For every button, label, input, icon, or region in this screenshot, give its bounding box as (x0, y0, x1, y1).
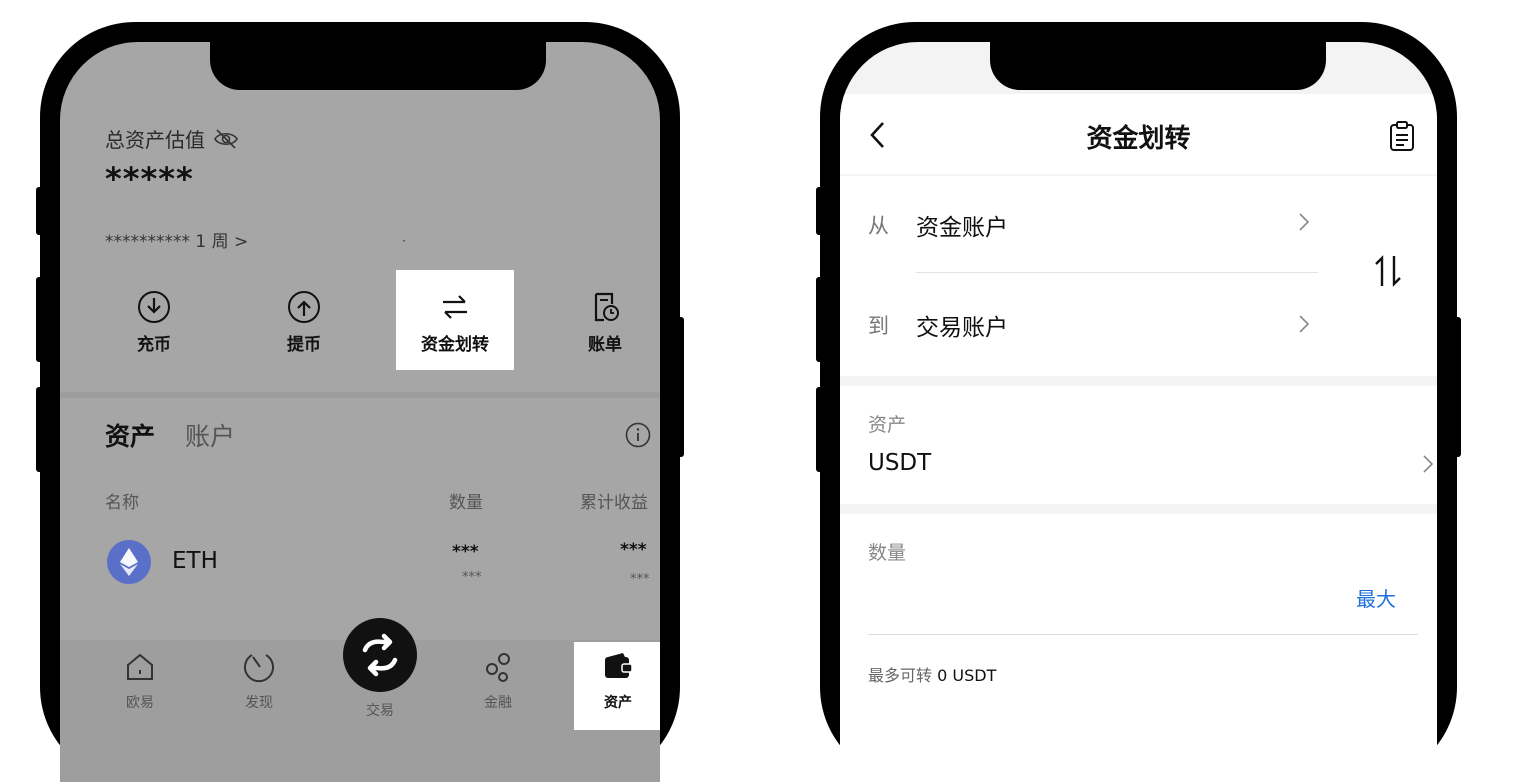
column-header-quantity: 数量 (449, 493, 483, 513)
fund-transfer-label: 资金划转 (421, 335, 489, 355)
phone-side-button (816, 277, 824, 362)
column-header-name: 名称 (105, 493, 139, 513)
quantity-main: *** (452, 542, 479, 562)
phone-notch (990, 42, 1326, 90)
total-assets-label: 总资产估值 (105, 128, 205, 152)
swap-direction-icon[interactable] (1372, 254, 1404, 288)
phone-side-button (36, 387, 44, 472)
withdraw-button[interactable]: 提币 (245, 270, 363, 370)
quantity-sub: *** (462, 570, 482, 585)
eth-coin-icon (107, 540, 151, 584)
trade-swap-icon (362, 633, 398, 677)
phone-side-button (816, 187, 824, 235)
section-divider (60, 392, 660, 398)
earnings-main: *** (620, 540, 647, 560)
bill-button[interactable]: 账单 (546, 270, 660, 370)
tab-label: 欧易 (126, 695, 154, 711)
chevron-right-icon (1423, 455, 1434, 473)
tab-okx-home[interactable]: 欧易 (96, 642, 184, 712)
withdraw-icon (288, 291, 320, 323)
page-title: 资金划转 (1086, 124, 1191, 154)
bill-icon (594, 292, 619, 322)
tab-label: 资产 (604, 695, 632, 711)
coin-name: ETH (172, 548, 218, 574)
available-value: 0 USDT (937, 666, 997, 685)
tab-finance[interactable]: 金融 (454, 642, 542, 712)
from-label: 从 (868, 214, 889, 238)
column-header-earnings: 累计收益 (580, 493, 648, 513)
deposit-icon (138, 291, 170, 323)
phone-side-button (1453, 317, 1461, 457)
phone-side-button (816, 387, 824, 472)
deposit-button[interactable]: 充币 (95, 270, 213, 370)
fund-transfer-button[interactable]: 资金划转 (396, 270, 514, 370)
eye-hidden-icon[interactable] (213, 128, 239, 150)
asset-select-card[interactable] (840, 386, 1437, 504)
phone-notch (210, 42, 546, 90)
phone-side-button (36, 277, 44, 362)
from-account-value: 资金账户 (916, 215, 1008, 241)
separator-dot: · (402, 234, 406, 248)
to-label: 到 (868, 314, 889, 338)
phone-side-button (36, 187, 44, 235)
chevron-right-icon (1299, 315, 1310, 333)
earnings-sub: *** (630, 572, 650, 587)
quantity-input-underline[interactable] (868, 634, 1418, 635)
tab-assets[interactable]: 资产 (105, 417, 155, 453)
asset-label: 资产 (868, 414, 907, 436)
wallet-icon (605, 653, 633, 678)
total-assets-value: ***** (105, 160, 194, 198)
finance-icon (486, 653, 510, 682)
phone-side-button (676, 317, 684, 457)
tab-assets-nav[interactable]: 资产 (574, 642, 660, 730)
trade-label: 交易 (366, 703, 394, 719)
tab-discover[interactable]: 发现 (215, 642, 303, 712)
available-amount-line: 最多可转 0 USDT (868, 662, 996, 686)
total-assets-label-row: 总资产估值 (105, 124, 239, 153)
tab-label: 金融 (484, 695, 512, 711)
deposit-label: 充币 (137, 335, 171, 355)
tab-label: 发现 (245, 695, 273, 711)
row-divider (916, 272, 1318, 273)
right-screen: 资金划转 从 资金账户 到 交易账户 资产 USDT 数量 最大 最多可转 0 … (840, 42, 1437, 782)
to-account-value: 交易账户 (916, 315, 1008, 341)
withdraw-label: 提币 (287, 335, 321, 355)
info-icon[interactable] (625, 422, 651, 448)
discover-icon (244, 654, 274, 683)
transfer-direction-card (840, 176, 1437, 376)
bill-label: 账单 (588, 335, 622, 355)
transfer-arrows-icon (443, 295, 467, 319)
asset-value[interactable]: USDT (868, 450, 931, 476)
max-button[interactable]: 最大 (1356, 583, 1396, 612)
left-phone-frame: 总资产估值 ***** ********** 1 周 > · 充币 提币 资金划… (36, 22, 684, 782)
left-screen: 总资产估值 ***** ********** 1 周 > · 充币 提币 资金划… (60, 42, 660, 782)
trade-fab-button[interactable] (343, 618, 417, 692)
chevron-right-icon (1299, 213, 1310, 231)
right-phone-frame: 资金划转 从 资金账户 到 交易账户 资产 USDT 数量 最大 最多可转 0 … (816, 22, 1461, 782)
home-icon (127, 653, 153, 680)
available-label: 最多可转 (868, 666, 933, 685)
assets-period-line[interactable]: ********** 1 周 > (105, 227, 248, 252)
tab-accounts[interactable]: 账户 (185, 417, 235, 453)
record-clipboard-icon[interactable] (1388, 120, 1416, 152)
quantity-label: 数量 (868, 542, 907, 564)
